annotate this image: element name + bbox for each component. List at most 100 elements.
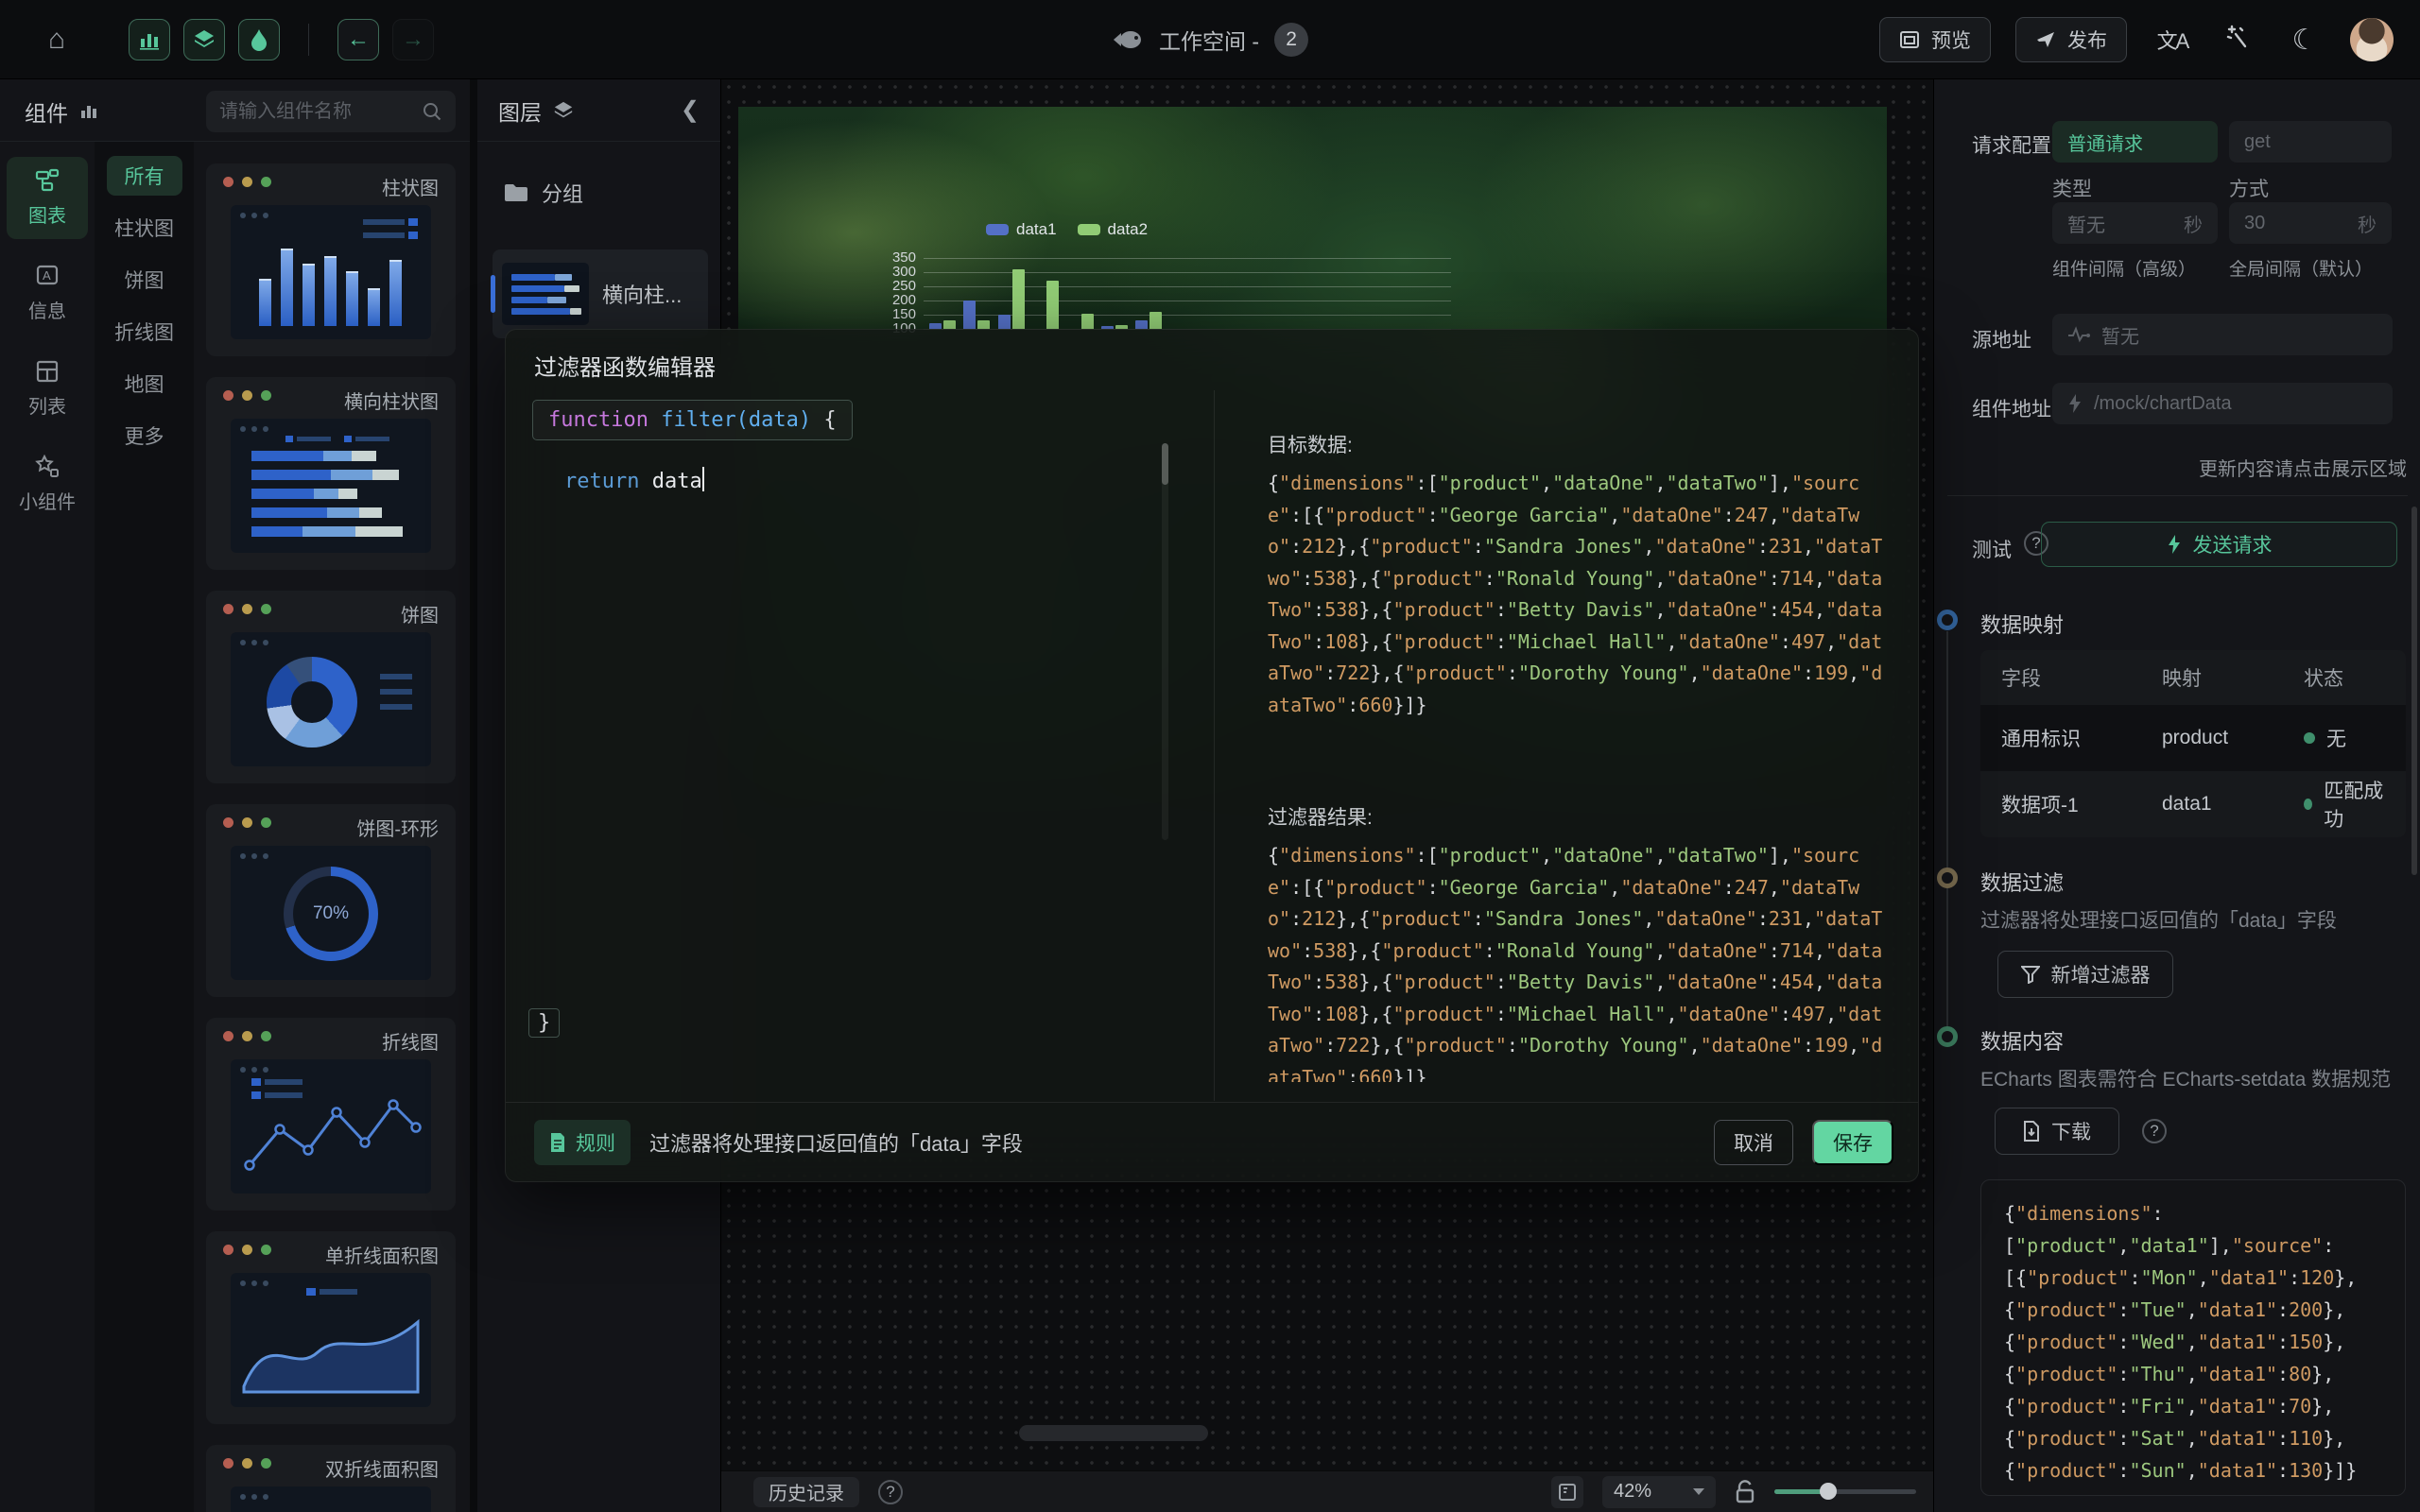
zoom-level-select[interactable]: 42% — [1602, 1476, 1716, 1508]
chart-bar-data2-Tue[interactable] — [977, 320, 990, 329]
search-input[interactable] — [219, 101, 422, 123]
home-icon[interactable]: ⌂ — [36, 24, 78, 56]
source-address-field[interactable]: 暂无 — [2052, 314, 2393, 355]
type-label: 类型 — [2052, 174, 2092, 202]
panel-gap — [470, 79, 477, 1512]
zoom-slider-thumb[interactable] — [1820, 1483, 1837, 1500]
category-柱状图[interactable]: 柱状图 — [95, 201, 194, 253]
component-address-field[interactable]: /mock/chartData — [2052, 383, 2393, 424]
publish-label: 发布 — [2067, 26, 2107, 54]
cancel-button[interactable]: 取消 — [1714, 1120, 1793, 1165]
update-hint: 更新内容请点击展示区域 — [1934, 454, 2407, 481]
category-折线图[interactable]: 折线图 — [95, 305, 194, 357]
panel-layout-button[interactable] — [1551, 1476, 1583, 1508]
content-help-icon[interactable]: ? — [2142, 1119, 2167, 1143]
modal-footer: 规则 过滤器将处理接口返回值的「data」字段 取消 保存 — [506, 1102, 1918, 1181]
unlock-icon[interactable] — [1735, 1480, 1755, 1504]
source-address-label: 源地址 — [1972, 325, 2031, 353]
history-button[interactable]: 历史记录 — [753, 1477, 859, 1507]
chart-bar-data1-Sun[interactable] — [1135, 320, 1148, 329]
preview-button[interactable]: 预览 — [1879, 17, 1991, 62]
global-interval-field[interactable]: 30秒 — [2229, 202, 2392, 244]
card-window-dots — [223, 604, 271, 614]
avatar[interactable] — [2350, 18, 2394, 61]
component-card-折线图[interactable]: 折线图 — [206, 1018, 456, 1211]
chart-bar-data2-Mon[interactable] — [943, 320, 956, 329]
funnel-icon — [2021, 965, 2040, 984]
component-address-label: 组件地址 — [1972, 394, 2051, 422]
chart-bar-data1-Tue[interactable] — [963, 301, 976, 329]
status-dot — [2304, 799, 2312, 810]
component-panel: 组件 图表A信息列表小组件 所有柱状图饼图折线图地图更多 柱状图 横向柱状图 饼… — [0, 79, 470, 1512]
chart-bar-data2-Thu[interactable] — [1046, 281, 1059, 329]
category-饼图[interactable]: 饼图 — [95, 253, 194, 305]
save-button[interactable]: 保存 — [1812, 1120, 1893, 1165]
panel-title: 组件 — [25, 95, 68, 128]
chart-bar-data1-Wed[interactable] — [998, 315, 1011, 329]
layers-panel-toggle-button[interactable] — [183, 19, 225, 60]
card-title: 饼图 — [401, 600, 439, 627]
test-label: 测试 — [1972, 535, 2012, 563]
layer-item[interactable]: 横向柱... — [493, 249, 708, 338]
target-data-json: {"dimensions":["product","dataOne","data… — [1268, 468, 1892, 725]
filter-bullet — [1937, 868, 1958, 888]
chart-bar-data2-Wed[interactable] — [1012, 269, 1025, 329]
browser-frame-icon — [1899, 29, 1920, 50]
theme-color-button[interactable] — [238, 19, 280, 60]
component-card-单折线面积图[interactable]: 单折线面积图 — [206, 1231, 456, 1424]
help-icon[interactable]: ? — [878, 1480, 903, 1504]
card-window-dots — [223, 817, 271, 828]
chart-bar-data2-Fri[interactable] — [1081, 314, 1094, 330]
file-download-icon — [2023, 1121, 2040, 1142]
download-button[interactable]: 下载 — [1995, 1108, 2119, 1155]
component-card-横向柱状图[interactable]: 横向柱状图 — [206, 377, 456, 570]
dark-mode-icon[interactable]: ☾ — [2284, 24, 2325, 57]
language-icon[interactable]: 文A — [2152, 25, 2193, 55]
category-更多[interactable]: 更多 — [95, 409, 194, 461]
chart-panel-toggle-button[interactable] — [129, 19, 170, 60]
code-function-signature: function filter(data) { — [532, 400, 853, 440]
undo-button[interactable]: ← — [337, 19, 379, 60]
component-card-饼图-环形[interactable]: 饼图-环形 70% — [206, 804, 456, 997]
collapse-panel-icon[interactable]: ❮ — [681, 96, 700, 124]
category-地图[interactable]: 地图 — [95, 357, 194, 409]
layer-selected-indicator — [491, 275, 495, 313]
mapping-table-row[interactable]: 通用标识product 无 — [1980, 705, 2406, 771]
component-card-饼图[interactable]: 饼图 — [206, 591, 456, 783]
card-title: 柱状图 — [382, 173, 439, 200]
sidebar-item-小组件[interactable]: 小组件 — [7, 443, 88, 525]
right-panel-scrollbar[interactable] — [2411, 507, 2417, 875]
legend-item-data1[interactable]: data1 — [986, 220, 1057, 239]
sidebar-item-列表[interactable]: 列表 — [7, 348, 88, 430]
canvas-footer-bar: 历史记录 ? 42% — [721, 1470, 1933, 1512]
card-window-dots — [223, 1245, 271, 1255]
chevron-down-icon — [1693, 1488, 1704, 1495]
filter-result-json: {"dimensions":["product","dataOne","data… — [1268, 840, 1892, 1082]
search-icon[interactable] — [422, 101, 442, 122]
zoom-slider[interactable] — [1774, 1489, 1916, 1494]
magic-wand-icon[interactable] — [2218, 25, 2259, 56]
legend-item-data2[interactable]: data2 — [1078, 220, 1149, 239]
component-interval-field[interactable]: 暂无秒 — [2052, 202, 2218, 244]
code-editor-line[interactable]: return data — [564, 467, 704, 493]
mapping-table-row[interactable]: 数据项-1data1 匹配成功 — [1980, 771, 2406, 837]
send-request-button[interactable]: 发送请求 — [2041, 522, 2397, 567]
add-filter-button[interactable]: 新增过滤器 — [1997, 951, 2173, 998]
request-method-field[interactable]: get — [2229, 121, 2392, 163]
layer-group-row[interactable]: 分组 — [477, 170, 720, 215]
workspace-badge[interactable]: 2 — [1274, 23, 1308, 57]
component-card-柱状图[interactable]: 柱状图 — [206, 163, 456, 356]
request-type-field[interactable]: 普通请求 — [2052, 121, 2218, 163]
sidebar-item-图表[interactable]: 图表 — [7, 157, 88, 239]
publish-button[interactable]: 发布 — [2015, 17, 2127, 62]
sidebar-item-信息[interactable]: A信息 — [7, 252, 88, 335]
code-scrollbar[interactable] — [1162, 443, 1168, 840]
horizontal-scrollbar[interactable] — [1019, 1425, 1208, 1441]
chart-bar-data2-Sun[interactable] — [1150, 312, 1162, 329]
redo-button[interactable]: → — [392, 19, 434, 60]
card-chart-thumbnail — [231, 1059, 431, 1194]
card-chart-thumbnail — [231, 419, 431, 553]
layer-item-label: 横向柱... — [602, 279, 682, 309]
component-card-双折线面积图[interactable]: 双折线面积图 — [206, 1445, 456, 1512]
category-所有[interactable]: 所有 — [107, 156, 182, 196]
